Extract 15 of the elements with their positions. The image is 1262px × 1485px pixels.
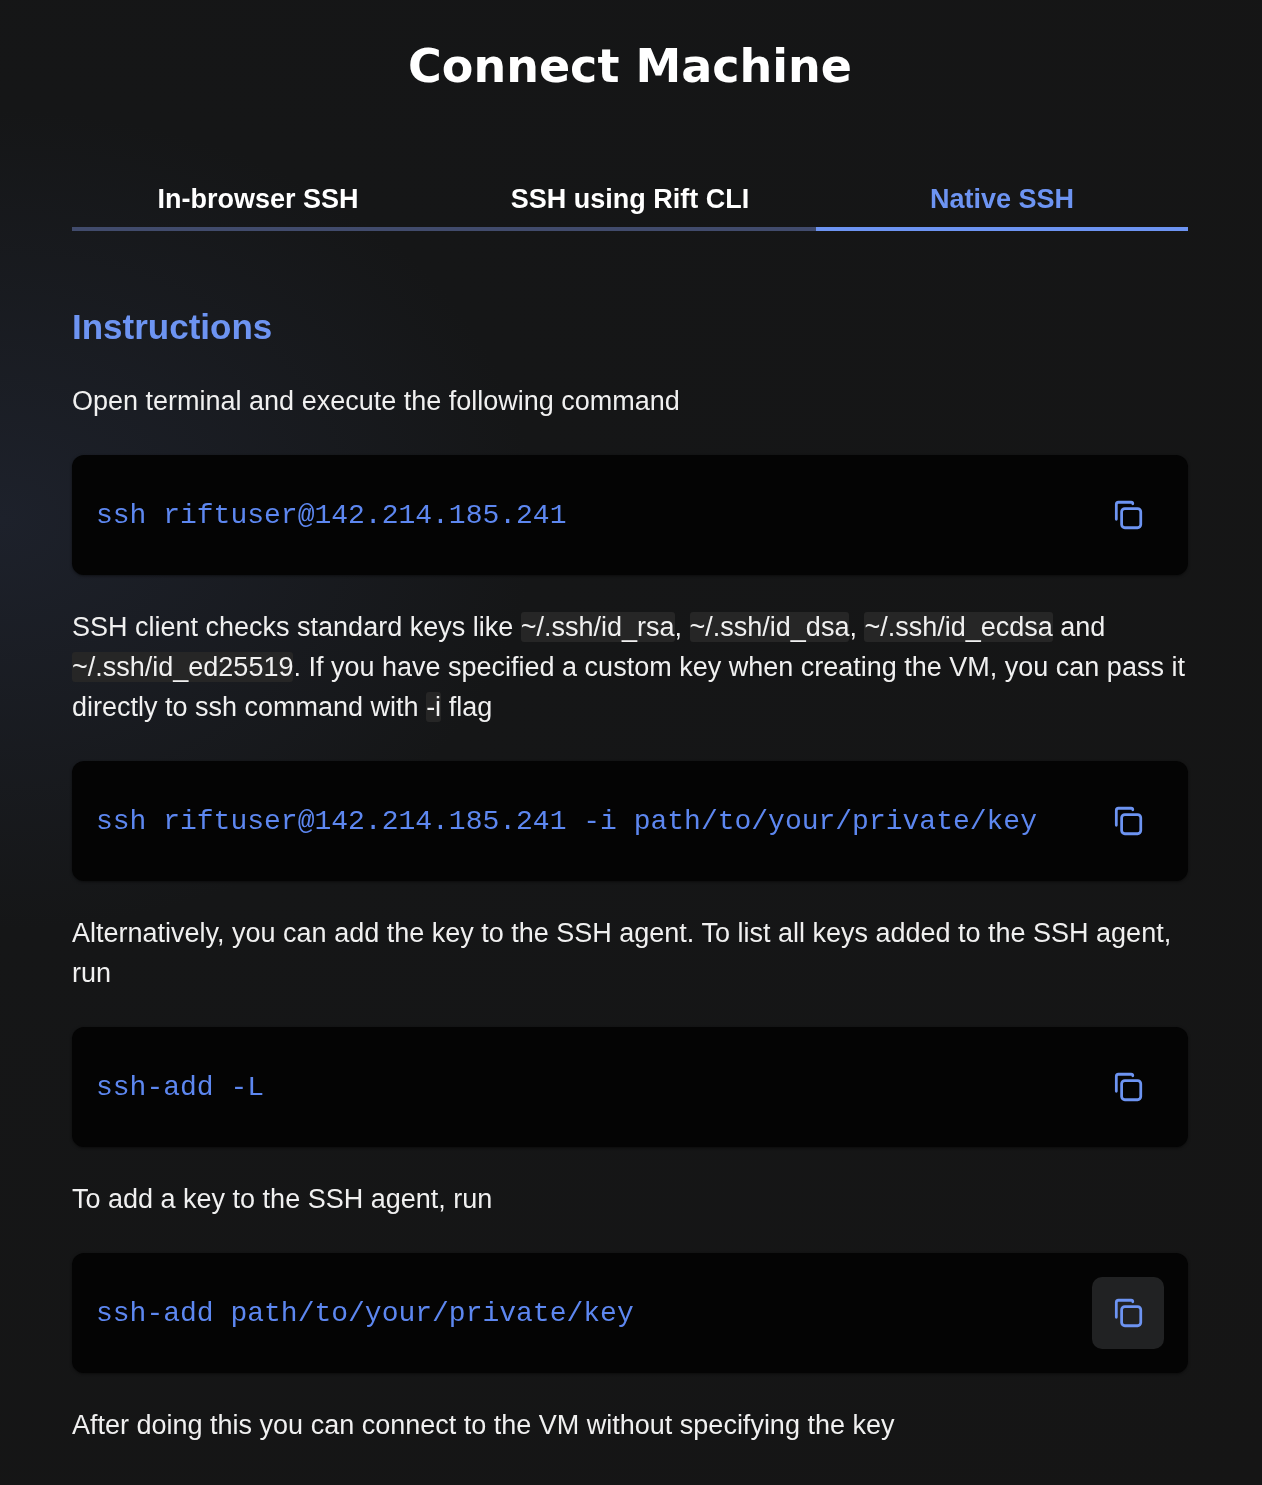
- command-text: ssh-add -L: [96, 1071, 265, 1103]
- tab[interactable]: SSH using Rift CLI: [444, 184, 816, 231]
- page-title: Connect Machine: [407, 38, 853, 95]
- paragraph: After doing this you can connect to the VM without specifying the key: [72, 1409, 896, 1442]
- copy-button[interactable]: [1092, 1277, 1164, 1349]
- command-text: ssh-add path/to/your/private/key: [96, 1297, 634, 1329]
- section-heading: Instructions: [72, 306, 274, 348]
- command-text: ssh riftuser@142.214.185.241 -i path/to/your/private/key: [96, 805, 1037, 837]
- tab[interactable]: In-browser SSH: [72, 184, 444, 231]
- tab[interactable]: Native SSH: [816, 184, 1188, 231]
- paragraph: Alternatively, you can add the key to the SSH agent. To list all keys added to the SSH agent, run: [72, 917, 1173, 990]
- paragraph: SSH client checks standard keys like ~/.ssh/id_rsa, ~/.ssh/id_dsa, ~/.ssh/id_ecdsa and ~/.ssh/id_ed25519. If you have specified a custom key when creating the VM, you can pass it directly to ssh command with -i flag: [72, 611, 1186, 724]
- paragraph: Open terminal and execute the following command: [72, 385, 681, 418]
- paragraph: To add a key to the SSH agent, run: [72, 1183, 494, 1216]
- command-text: ssh riftuser@142.214.185.241: [96, 499, 567, 531]
